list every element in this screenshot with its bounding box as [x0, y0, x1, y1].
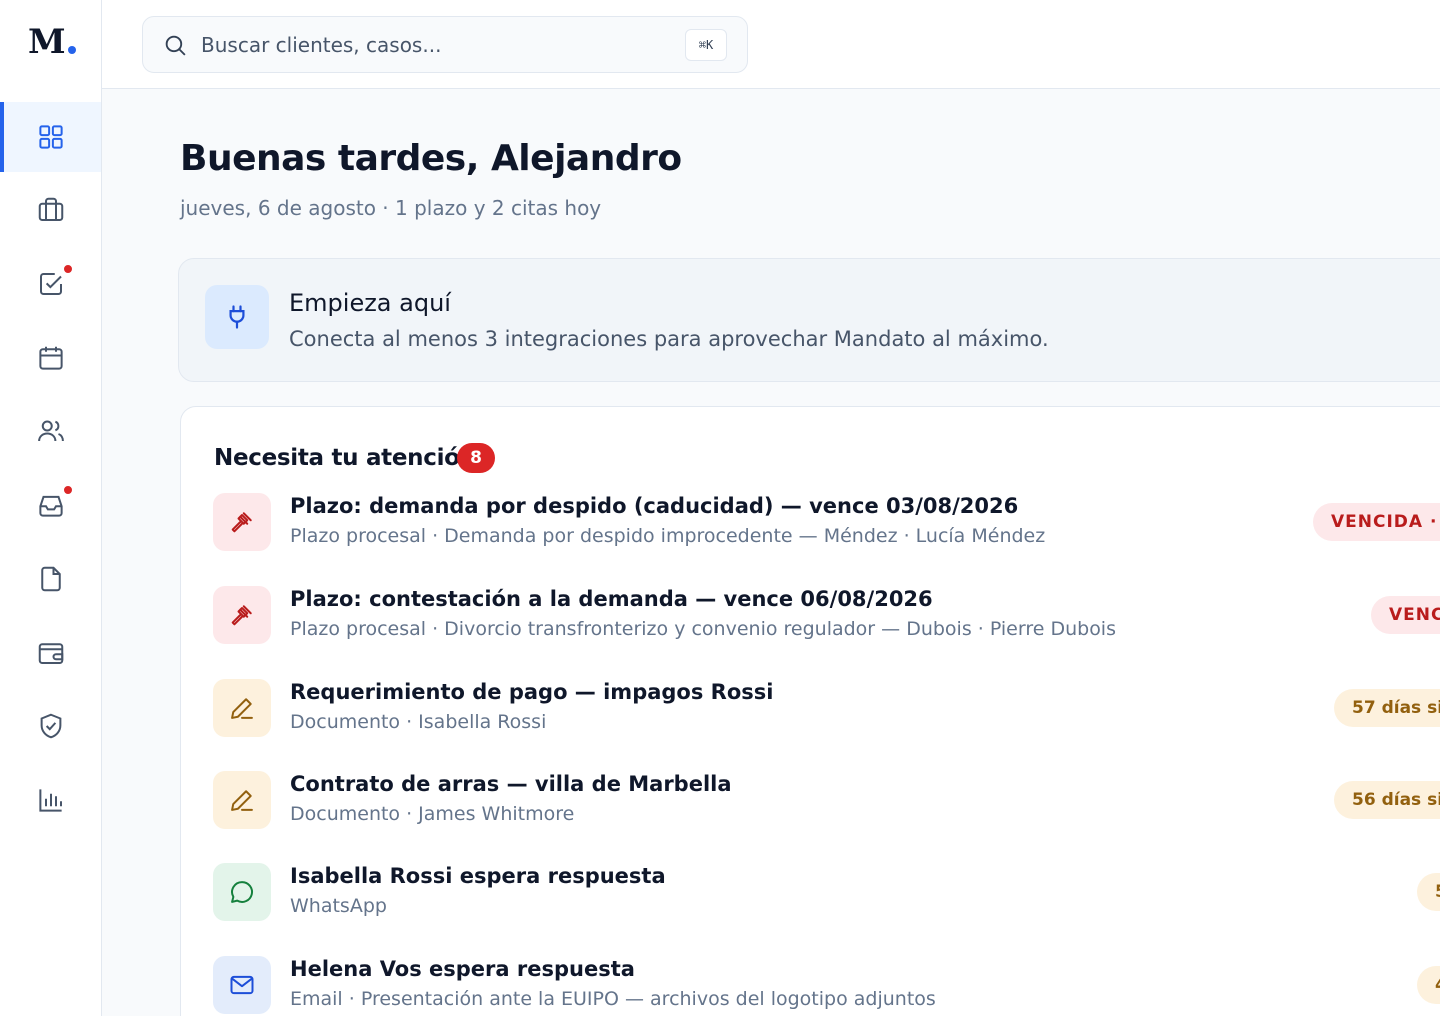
topbar: Buscar clientes, casos... ⌘K [102, 0, 1440, 89]
row-subtitle: Plazo procesal · Divorcio transfronteriz… [290, 618, 1116, 640]
row-icon-box [213, 956, 271, 1014]
mail-icon [230, 975, 254, 995]
sidebar-item-inbox[interactable] [0, 470, 101, 540]
row-icon-box [213, 493, 271, 551]
sidebar-item-tasks[interactable] [0, 249, 101, 319]
banner-icon-box [205, 285, 269, 349]
users-icon [37, 420, 64, 442]
attention-item[interactable]: Helena Vos espera respuesta Email · Pres… [181, 956, 1440, 1016]
attention-item[interactable]: Contrato de arras — villa de Marbella Do… [181, 771, 1440, 851]
attention-item[interactable]: Plazo: contestación a la demanda — vence… [181, 586, 1440, 666]
bar-chart-icon [38, 789, 62, 812]
sidebar-item-cases[interactable] [0, 175, 101, 245]
attention-card: Necesita tu atención 8 Plazo: demanda po… [180, 406, 1440, 1016]
file-icon [40, 566, 61, 592]
search-shortcut-hint: ⌘K [685, 29, 727, 61]
gavel-icon [231, 512, 252, 533]
row-title: Plazo: contestación a la demanda — vence… [290, 587, 933, 611]
sidebar-item-clients[interactable] [0, 396, 101, 466]
app-logo[interactable]: M [28, 22, 66, 62]
banner-text: Conecta al menos 3 integraciones para ap… [289, 327, 1049, 351]
search-icon [165, 35, 186, 56]
sidebar-item-compliance[interactable] [0, 691, 101, 761]
wallet-icon [38, 643, 63, 664]
calendar-icon [38, 346, 63, 370]
attention-count-badge: 8 [457, 443, 495, 473]
plug-icon [229, 305, 245, 329]
row-subtitle: Documento · Isabella Rossi [290, 711, 547, 733]
attention-item[interactable]: Requerimiento de pago — impagos Rossi Do… [181, 679, 1440, 759]
gavel-icon [231, 605, 252, 626]
status-badge: 57 días sin [1334, 689, 1440, 727]
pen-icon [231, 790, 253, 811]
row-title: Requerimiento de pago — impagos Rossi [290, 680, 774, 704]
row-icon-box [213, 586, 271, 644]
sidebar: M [0, 0, 102, 1016]
row-title: Helena Vos espera respuesta [290, 957, 635, 981]
checkbox-icon [39, 273, 62, 295]
inbox-notification-dot [62, 484, 74, 496]
onboarding-banner[interactable]: Empieza aquí Conecta al menos 3 integrac… [178, 258, 1440, 382]
sidebar-item-reports[interactable] [0, 765, 101, 835]
attention-item[interactable]: Plazo: demanda por despido (caducidad) —… [181, 493, 1440, 573]
search-input[interactable]: Buscar clientes, casos... ⌘K [142, 16, 748, 73]
logo-dot [68, 46, 76, 54]
row-icon-box [213, 863, 271, 921]
status-badge: VENCIDA · 3 [1313, 503, 1440, 541]
row-subtitle: WhatsApp [290, 895, 387, 917]
status-badge: 4 [1417, 966, 1440, 1004]
row-title: Plazo: demanda por despido (caducidad) —… [290, 494, 1019, 518]
status-badge: VENCI [1371, 596, 1440, 634]
search-placeholder: Buscar clientes, casos... [201, 33, 442, 57]
sidebar-item-dashboard[interactable] [0, 102, 101, 172]
inbox-icon [38, 495, 63, 517]
row-title: Contrato de arras — villa de Marbella [290, 772, 732, 796]
grid-icon [38, 125, 63, 149]
page-subtitle: jueves, 6 de agosto · 1 plazo y 2 citas … [180, 196, 602, 220]
sidebar-item-calendar[interactable] [0, 323, 101, 393]
row-subtitle: Plazo procesal · Demanda por despido imp… [290, 525, 1046, 547]
pen-icon [231, 698, 253, 719]
attention-item[interactable]: Isabella Rossi espera respuesta WhatsApp… [181, 863, 1440, 943]
briefcase-icon [38, 197, 63, 221]
sidebar-item-documents[interactable] [0, 544, 101, 614]
sidebar-item-billing[interactable] [0, 618, 101, 688]
shield-check-icon [40, 713, 61, 739]
status-badge: 5 [1417, 873, 1440, 911]
row-icon-box [213, 679, 271, 737]
row-title: Isabella Rossi espera respuesta [290, 864, 666, 888]
status-badge: 56 días sin [1334, 781, 1440, 819]
attention-title: Necesita tu atención [214, 445, 476, 471]
row-icon-box [213, 771, 271, 829]
chat-bubble-icon [231, 881, 253, 903]
tasks-notification-dot [62, 263, 74, 275]
banner-title: Empieza aquí [289, 289, 451, 317]
row-subtitle: Documento · James Whitmore [290, 803, 575, 825]
page-title: Buenas tardes, Alejandro [180, 138, 682, 179]
row-subtitle: Email · Presentación ante la EUIPO — arc… [290, 988, 936, 1010]
